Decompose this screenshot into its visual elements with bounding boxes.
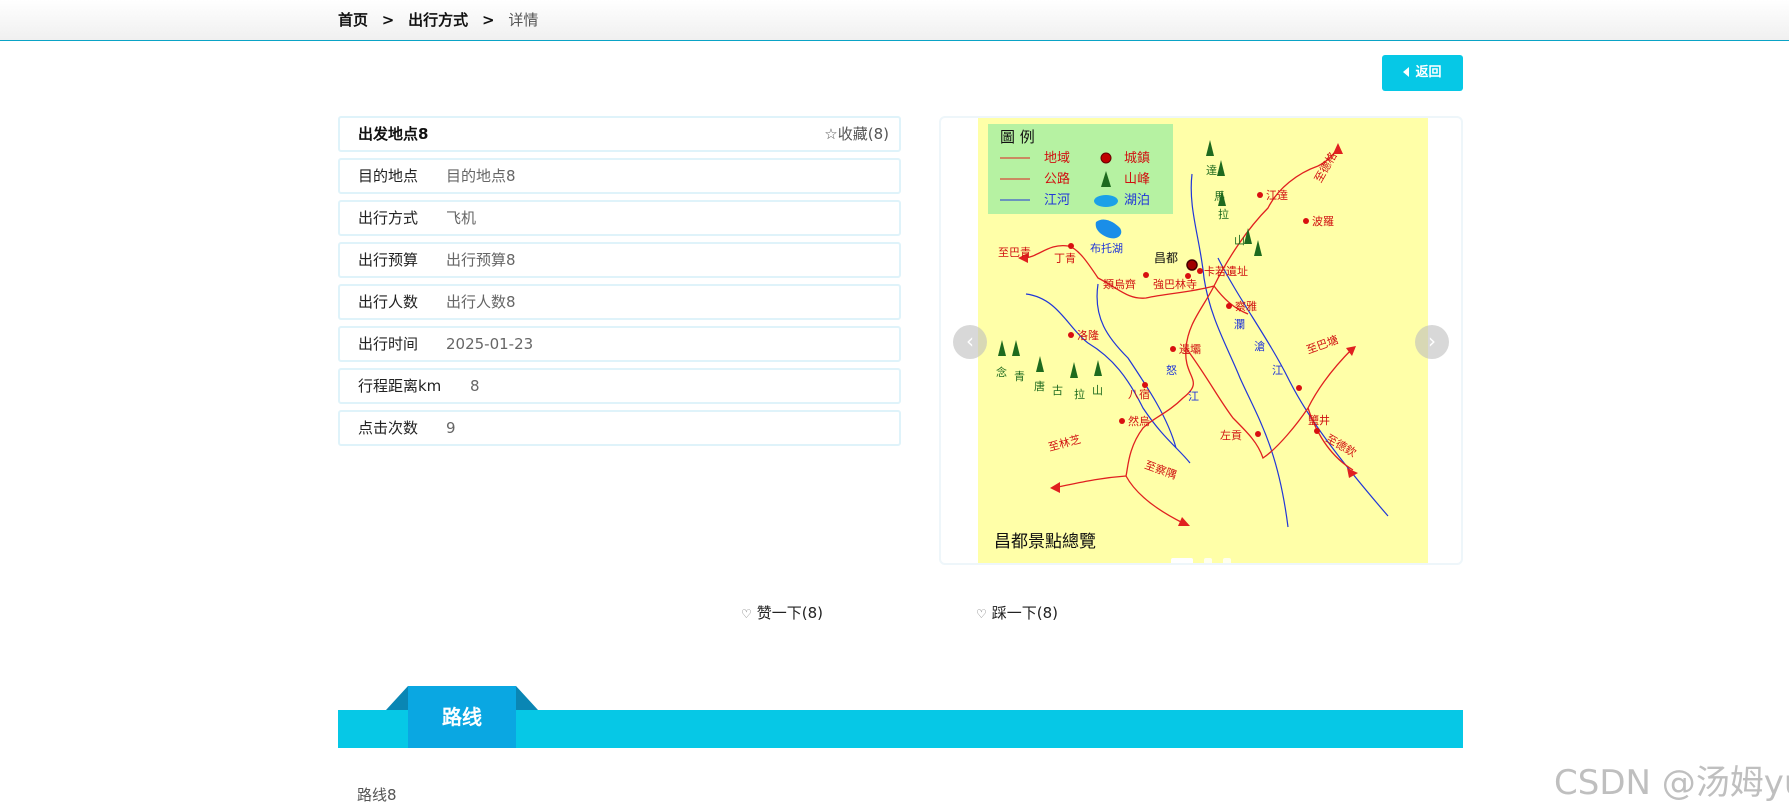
map-label-city: 強巴林寺 — [1153, 277, 1197, 291]
carousel-dot[interactable] — [1171, 558, 1193, 563]
map-label-city: 鹽井 — [1308, 413, 1330, 427]
detail-row-distance: 行程距离km 8 — [338, 368, 901, 404]
carousel-prev-button[interactable]: ‹ — [953, 325, 987, 359]
map-label-river: 瀾 — [1234, 318, 1245, 331]
legend-item: 山峰 — [1124, 172, 1150, 187]
detail-label: 点击次数 — [358, 419, 419, 437]
breadcrumb-section-link[interactable]: 出行方式 — [408, 11, 468, 29]
detail-label: 目的地点 — [358, 167, 419, 185]
detail-value: 出行预算8 — [446, 251, 516, 269]
map-label-river: 怒 — [1166, 363, 1177, 377]
map-label-city: 江達 — [1266, 189, 1288, 202]
detail-row-mode: 出行方式 飞机 — [338, 200, 901, 236]
detail-value: 飞机 — [446, 209, 477, 227]
detail-label: 出行预算 — [358, 251, 419, 269]
star-icon: ☆ — [824, 125, 838, 143]
carousel-dot[interactable] — [1204, 558, 1213, 563]
map-label-mountain: 古 — [1052, 384, 1063, 397]
map-label-mountain: 青 — [1014, 370, 1025, 383]
map-label-mountain: 拉 — [1218, 207, 1229, 221]
detail-panel: 出发地点8 ☆收藏(8) 目的地点 目的地点8 出行方式 飞机 出行预算 出行预… — [338, 116, 901, 452]
detail-label: 出行时间 — [358, 335, 419, 353]
detail-label: 出行人数 — [358, 293, 419, 311]
watermark: CSDN @汤姆yu — [1554, 763, 1789, 803]
map-label-city: 左貢 — [1220, 429, 1242, 442]
legend-item: 江河 — [1044, 193, 1070, 208]
map-label-city: 波羅 — [1312, 215, 1334, 228]
breadcrumb-separator: > — [381, 11, 395, 29]
map-label-city: 類烏齊 — [1103, 277, 1136, 291]
map-label-mountain: 達 — [1206, 164, 1217, 177]
detail-row-date: 出行时间 2025-01-23 — [338, 326, 901, 362]
map-label-river: 江 — [1272, 364, 1283, 377]
map-label-city: 八宿 — [1128, 387, 1150, 401]
map-label-city: 然烏 — [1128, 414, 1150, 428]
map-label-mountain: 念 — [996, 365, 1007, 379]
carousel-dot[interactable] — [1223, 558, 1232, 563]
legend-item: 地域 — [1044, 151, 1070, 166]
caret-left-icon — [1403, 66, 1410, 77]
map-label-river: 滄 — [1254, 339, 1265, 353]
map-label-mountain: 山 — [1234, 234, 1245, 247]
like-button[interactable]: ♡ 赞一下(8) — [741, 602, 823, 623]
map-legend: 圖 例 地域 城鎮 公路 山峰 江河 湖泊 — [988, 124, 1173, 214]
dislike-label: 踩一下(8) — [991, 604, 1059, 622]
detail-value: 出行人数8 — [446, 293, 516, 311]
map-label-mountain: 山 — [1092, 384, 1103, 397]
detail-row-clicks: 点击次数 9 — [338, 410, 901, 446]
map-title: 昌都景點總覽 — [994, 532, 1096, 552]
route-content: 路线8 — [357, 786, 397, 804]
detail-row-destination: 目的地点 目的地点8 — [338, 158, 901, 194]
map-label-city: 丁青 — [1054, 252, 1076, 265]
chevron-right-icon: › — [1428, 329, 1436, 353]
favorite-button[interactable]: ☆收藏(8) — [824, 118, 889, 150]
chevron-left-icon: ‹ — [966, 329, 974, 353]
breadcrumb-home-link[interactable]: 首页 — [338, 11, 368, 29]
detail-title-row: 出发地点8 ☆收藏(8) — [338, 116, 901, 152]
map-label-city: 洛隆 — [1077, 328, 1099, 342]
map-label-mountain: 馬 — [1214, 190, 1225, 203]
detail-label: 出行方式 — [358, 209, 419, 227]
favorite-label: 收藏(8) — [837, 125, 889, 143]
carousel-indicators — [1171, 551, 1237, 563]
map-label-mountain: 拉 — [1074, 387, 1085, 401]
detail-row-people: 出行人数 出行人数8 — [338, 284, 901, 320]
back-button-label: 返回 — [1415, 65, 1442, 80]
map-label-city: 昌都 — [1154, 251, 1178, 265]
legend-item: 湖泊 — [1124, 193, 1150, 208]
map-label-river: 江 — [1188, 390, 1199, 403]
legend-item: 城鎮 — [1124, 150, 1150, 166]
detail-row-budget: 出行预算 出行预算8 — [338, 242, 901, 278]
detail-value: 2025-01-23 — [446, 335, 534, 353]
lake-label: 布托湖 — [1090, 241, 1123, 255]
detail-label: 行程距离km — [358, 377, 442, 395]
map-image: 圖 例 地域 城鎮 公路 山峰 江河 湖泊 布托湖 昌都 江達 波羅 丁青 類烏… — [978, 118, 1428, 563]
breadcrumb: 首页 > 出行方式 > 详情 — [338, 0, 538, 40]
detail-value: 8 — [470, 377, 480, 395]
map-label-city: 邊壩 — [1179, 342, 1201, 356]
back-button[interactable]: 返回 — [1382, 55, 1463, 91]
map-label-road: 至巴青 — [998, 246, 1031, 259]
legend-item: 公路 — [1044, 171, 1070, 187]
breadcrumb-separator: > — [481, 11, 495, 29]
legend-heading: 圖 例 — [1000, 128, 1035, 146]
image-carousel: 圖 例 地域 城鎮 公路 山峰 江河 湖泊 布托湖 昌都 江達 波羅 丁青 類烏… — [939, 116, 1463, 565]
top-bar: 首页 > 出行方式 > 详情 — [0, 0, 1789, 41]
detail-value: 9 — [446, 419, 456, 437]
breadcrumb-current: 详情 — [508, 11, 539, 29]
map-label-mountain: 唐 — [1034, 379, 1045, 393]
tab-route[interactable]: 路线 — [408, 686, 516, 748]
carousel-next-button[interactable]: › — [1415, 325, 1449, 359]
detail-title: 出发地点8 — [358, 125, 429, 143]
tab-fold-left — [386, 686, 408, 710]
map-label-city: 卡若遺址 — [1204, 264, 1248, 278]
like-label: 赞一下(8) — [756, 604, 824, 622]
map-label-city: 察雅 — [1235, 299, 1257, 313]
detail-value: 目的地点8 — [446, 167, 516, 185]
dislike-button[interactable]: ♡ 踩一下(8) — [976, 602, 1058, 623]
tab-fold-right — [516, 686, 538, 710]
thumb-down-icon: ♡ — [976, 607, 987, 621]
thumb-up-icon: ♡ — [741, 607, 752, 621]
